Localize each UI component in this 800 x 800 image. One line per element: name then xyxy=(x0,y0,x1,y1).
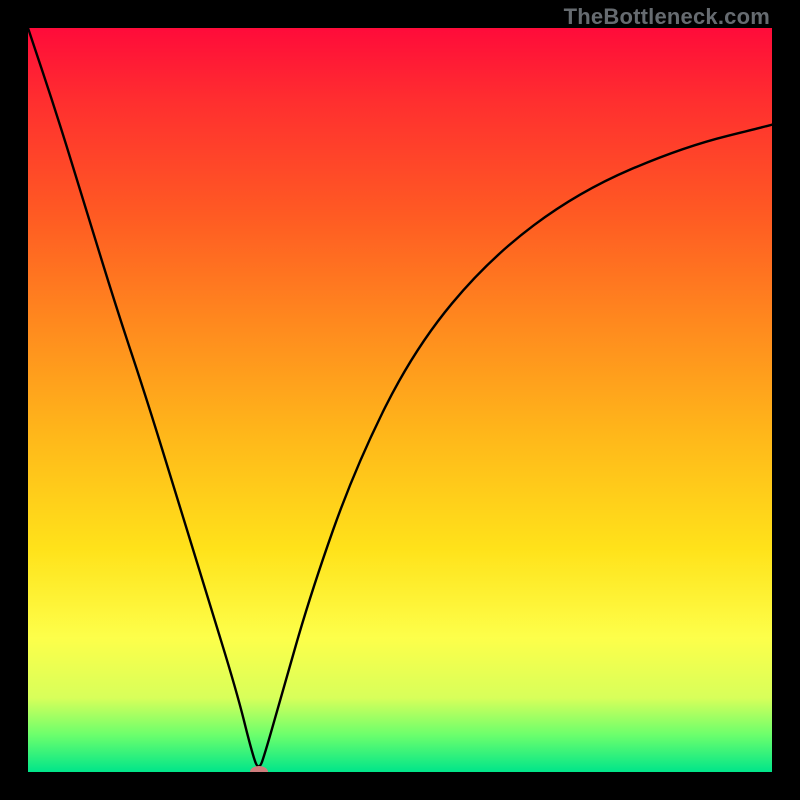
bottleneck-curve xyxy=(28,28,772,772)
minimum-marker xyxy=(250,766,268,772)
curve-path xyxy=(28,28,772,766)
plot-area xyxy=(28,28,772,772)
chart-frame: TheBottleneck.com xyxy=(0,0,800,800)
watermark-text: TheBottleneck.com xyxy=(564,4,770,30)
